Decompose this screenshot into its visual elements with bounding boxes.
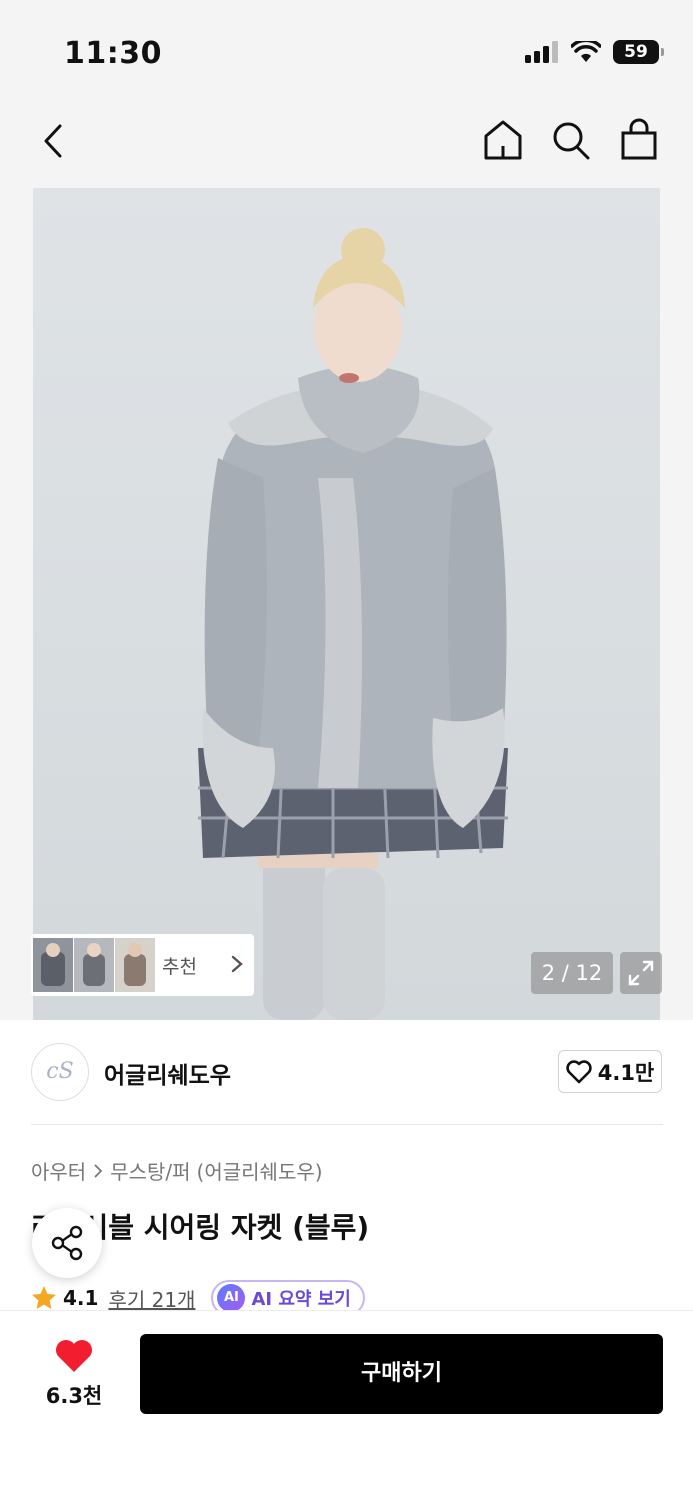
brand-like-count: 4.1만 [597, 1060, 655, 1085]
chevron-right-icon [231, 955, 243, 973]
cart-button[interactable] [619, 118, 659, 162]
home-button[interactable] [483, 118, 523, 162]
divider [31, 1124, 663, 1125]
search-button[interactable] [551, 118, 591, 162]
shopping-bag-icon [621, 118, 657, 160]
heart-outline-icon [566, 1059, 592, 1083]
expand-button[interactable] [620, 952, 662, 994]
search-icon [553, 122, 590, 160]
top-nav-actions [483, 118, 659, 162]
breadcrumb-item-brand[interactable]: (어글리쉐도우) [197, 1156, 323, 1185]
rating-value: 4.1 [63, 1286, 99, 1310]
breadcrumb-item-category[interactable]: 무스탕/퍼 [110, 1156, 190, 1185]
signal-icon [525, 41, 558, 63]
back-button[interactable] [36, 118, 72, 164]
favorite-count: 6.3천 [45, 1384, 103, 1408]
recommend-chip[interactable]: 추천 [31, 934, 254, 996]
ai-badge: AI [217, 1284, 246, 1312]
breadcrumb-item-outer[interactable]: 아우터 [31, 1156, 86, 1185]
image-pager: 2 / 12 [531, 952, 613, 994]
wifi-icon [571, 41, 601, 62]
chevron-right-icon [94, 1163, 103, 1178]
chevron-left-icon [44, 124, 62, 158]
favorite-button[interactable] [54, 1338, 94, 1378]
product-photo-illustration [198, 228, 508, 1020]
brand-name[interactable]: 어글리쉐도우 [104, 1056, 231, 1090]
recommend-thumb-1 [33, 938, 73, 992]
product-image[interactable] [33, 188, 660, 1020]
star-icon [32, 1286, 56, 1309]
battery-indicator: 59 [613, 40, 664, 64]
share-icon [51, 1225, 83, 1261]
recommend-label: 추천 [162, 955, 197, 978]
buy-button[interactable]: 구매하기 [140, 1334, 663, 1414]
brand-logo[interactable]: cS [31, 1043, 89, 1101]
status-icons: 59 [525, 40, 664, 64]
heart-filled-icon [56, 1340, 92, 1372]
breadcrumb: 아우터 무스탕/퍼 (어글리쉐도우) [31, 1156, 323, 1185]
share-button[interactable] [32, 1208, 102, 1278]
home-icon [484, 120, 522, 160]
reviews-link[interactable]: 후기 21개 [108, 1284, 195, 1313]
recommend-thumb-3 [115, 938, 155, 992]
ai-summary-label: AI 요약 보기 [251, 1289, 351, 1310]
brand-like-button[interactable]: 4.1만 [558, 1050, 662, 1093]
expand-icon [628, 960, 654, 986]
recommend-thumb-2 [74, 938, 114, 992]
status-time: 11:30 [64, 36, 162, 71]
